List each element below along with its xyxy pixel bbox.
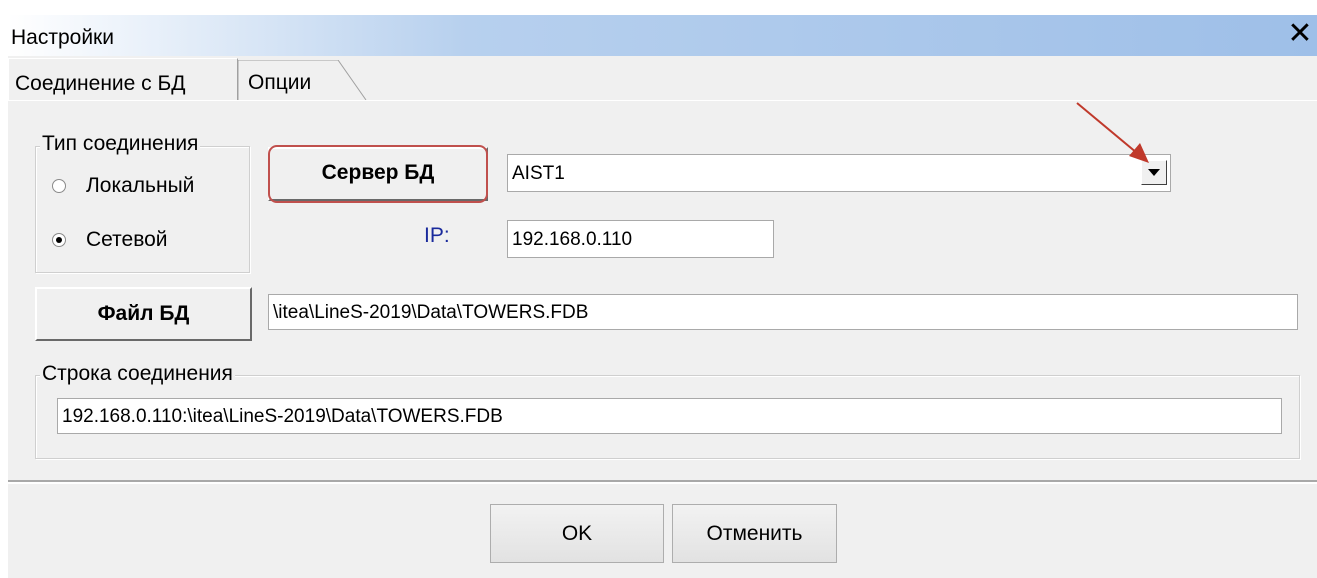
close-icon[interactable]: ✕ [1284,19,1316,51]
db-file-button[interactable]: Файл БД [35,287,252,341]
radio-local[interactable] [52,179,66,193]
radio-selected-dot [56,237,62,243]
window-title: Настройки [11,26,114,49]
radio-network[interactable] [52,233,66,247]
radio-network-label[interactable]: Сетевой [86,228,168,252]
tab-options-label: Опции [248,71,312,94]
ip-field[interactable]: 192.168.0.110 [507,220,774,258]
connection-string-field[interactable]: 192.168.0.110:\itea\LineS-2019\Data\TOWE… [57,398,1282,434]
highlight-box [268,145,488,203]
ip-label: IP: [424,224,450,247]
cancel-button[interactable]: Отменить [672,504,837,563]
ok-button[interactable]: OK [490,504,664,563]
db-file-path-field[interactable]: \itea\LineS-2019\Data\TOWERS.FDB [268,294,1298,330]
annotation-arrow [1076,102,1149,163]
connection-type-group [35,146,250,273]
tab-options[interactable]: Опции [238,60,368,100]
connection-type-legend: Тип соединения [40,132,201,155]
tab-db-connection[interactable]: Соединение с БД [8,58,238,100]
title-bar [8,15,1317,56]
radio-local-label[interactable]: Локальный [86,174,194,198]
connection-string-legend: Строка соединения [40,362,235,385]
